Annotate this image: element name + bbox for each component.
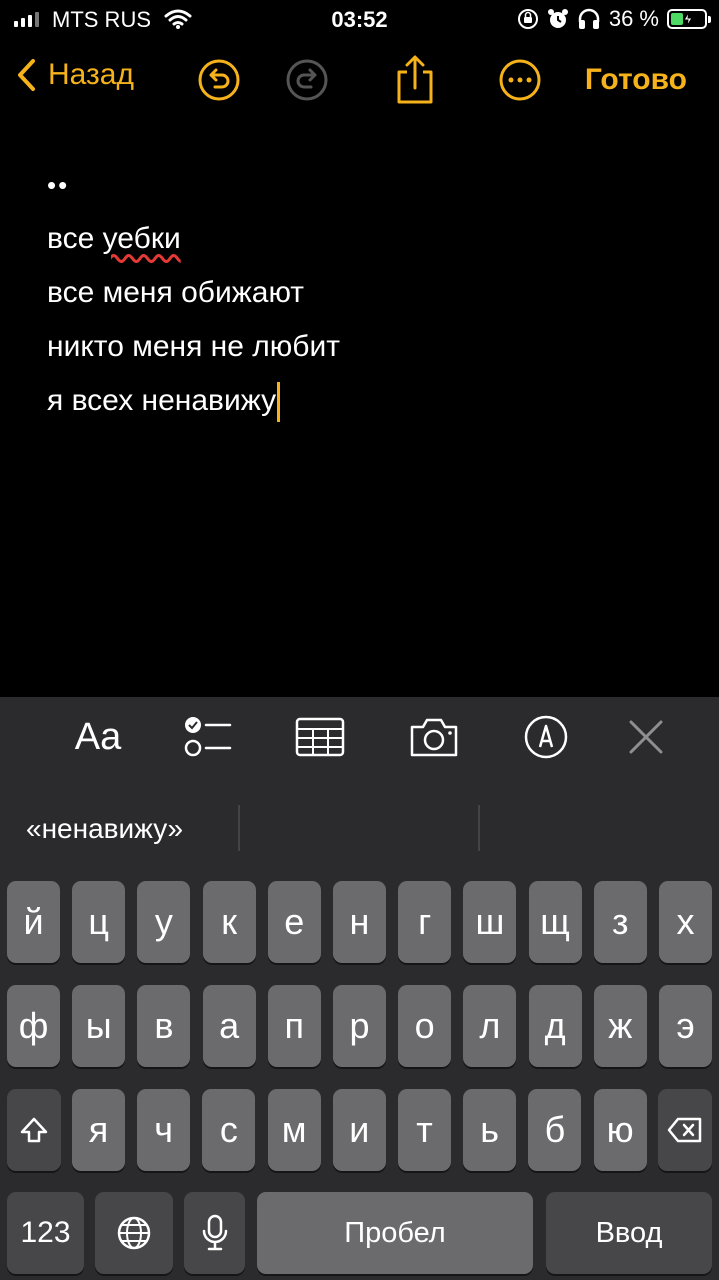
battery-icon	[667, 9, 711, 29]
return-key[interactable]: Ввод	[546, 1192, 712, 1274]
suggestion-item[interactable]: «ненавижу»	[26, 813, 183, 845]
suggestion-divider	[238, 805, 240, 851]
key-ь[interactable]: ь	[463, 1089, 517, 1171]
more-icon[interactable]	[498, 58, 542, 102]
key-щ[interactable]: щ	[528, 881, 582, 963]
camera-icon[interactable]	[408, 715, 460, 759]
redo-icon[interactable]	[285, 58, 329, 102]
key-ж[interactable]: ж	[593, 985, 647, 1067]
misspelled-word[interactable]: уебки	[103, 222, 181, 255]
key-г[interactable]: г	[398, 881, 452, 963]
shift-icon	[20, 1117, 48, 1143]
format-text-button[interactable]: Aa	[70, 715, 126, 759]
key-в[interactable]: в	[137, 985, 191, 1067]
dictation-key[interactable]	[184, 1192, 245, 1274]
headphones-icon	[578, 8, 600, 29]
microphone-icon	[202, 1214, 227, 1251]
note-line-4-text: я всех ненавижу	[47, 384, 277, 417]
key-с[interactable]: с	[202, 1089, 256, 1171]
note-line-4[interactable]: я всех ненавижу	[47, 374, 687, 428]
key-з[interactable]: з	[593, 881, 647, 963]
key-э[interactable]: э	[659, 985, 712, 1067]
key-н[interactable]: н	[333, 881, 386, 963]
note-line-1[interactable]: все уебки	[47, 212, 687, 266]
shift-key[interactable]	[7, 1089, 61, 1171]
key-и[interactable]: и	[332, 1089, 386, 1171]
table-icon[interactable]	[294, 715, 346, 759]
key-у[interactable]: у	[137, 881, 191, 963]
close-icon[interactable]	[620, 715, 672, 759]
share-icon[interactable]	[393, 54, 437, 106]
note-line-3[interactable]: никто меня не любит	[47, 320, 687, 374]
key-я[interactable]: я	[72, 1089, 125, 1171]
globe-icon	[117, 1216, 151, 1250]
suggestion-divider	[478, 805, 480, 851]
back-button-label: Назад	[48, 58, 134, 91]
undo-icon[interactable]	[197, 58, 241, 102]
navigation-bar: Назад Готово	[0, 50, 719, 114]
key-п[interactable]: п	[267, 985, 321, 1067]
back-button[interactable]: Назад	[16, 58, 134, 92]
key-ч[interactable]: ч	[137, 1089, 191, 1171]
key-ф[interactable]: ф	[7, 985, 60, 1067]
battery-percent: 36 %	[608, 6, 659, 31]
status-bar: MTS RUS 03:52 36 %	[0, 0, 719, 40]
suggestion-bar: «ненавижу»	[0, 781, 719, 877]
key-м[interactable]: м	[267, 1089, 321, 1171]
space-key[interactable]: Пробел	[257, 1192, 533, 1274]
key-л[interactable]: л	[463, 985, 517, 1067]
key-б[interactable]: б	[528, 1089, 582, 1171]
numbers-key[interactable]: 123	[7, 1192, 84, 1274]
key-о[interactable]: о	[398, 985, 452, 1067]
key-ю[interactable]: ю	[593, 1089, 647, 1171]
text-cursor	[277, 382, 281, 423]
markup-icon[interactable]	[520, 715, 572, 759]
note-dots: ••	[47, 170, 70, 200]
key-й[interactable]: й	[7, 881, 60, 963]
format-toolbar: Aa	[0, 697, 719, 781]
globe-key[interactable]	[95, 1192, 173, 1274]
done-button[interactable]: Готово	[585, 63, 687, 97]
keyboard: «ненавижу» йцукенгшщзх фывапролджэ ячсмить…	[0, 781, 719, 1280]
key-р[interactable]: р	[333, 985, 386, 1067]
chevron-left-icon	[18, 59, 35, 91]
key-д[interactable]: д	[528, 985, 582, 1067]
backspace-key[interactable]	[658, 1089, 712, 1171]
key-ц[interactable]: ц	[72, 881, 126, 963]
key-ш[interactable]: ш	[463, 881, 517, 963]
alarm-icon	[547, 9, 568, 28]
backspace-icon	[667, 1117, 702, 1143]
note-line-2[interactable]: все меня обижают	[47, 266, 687, 320]
checklist-icon[interactable]	[182, 715, 234, 759]
key-т[interactable]: т	[398, 1089, 451, 1171]
key-х[interactable]: х	[659, 881, 712, 963]
rotation-lock-icon	[517, 9, 538, 29]
key-е[interactable]: е	[267, 881, 321, 963]
note-editor[interactable]: •• все уебки все меня обижают никто меня…	[47, 168, 687, 428]
key-к[interactable]: к	[202, 881, 256, 963]
note-line-1-prefix: все	[47, 222, 103, 255]
key-ы[interactable]: ы	[72, 985, 126, 1067]
key-а[interactable]: а	[202, 985, 256, 1067]
